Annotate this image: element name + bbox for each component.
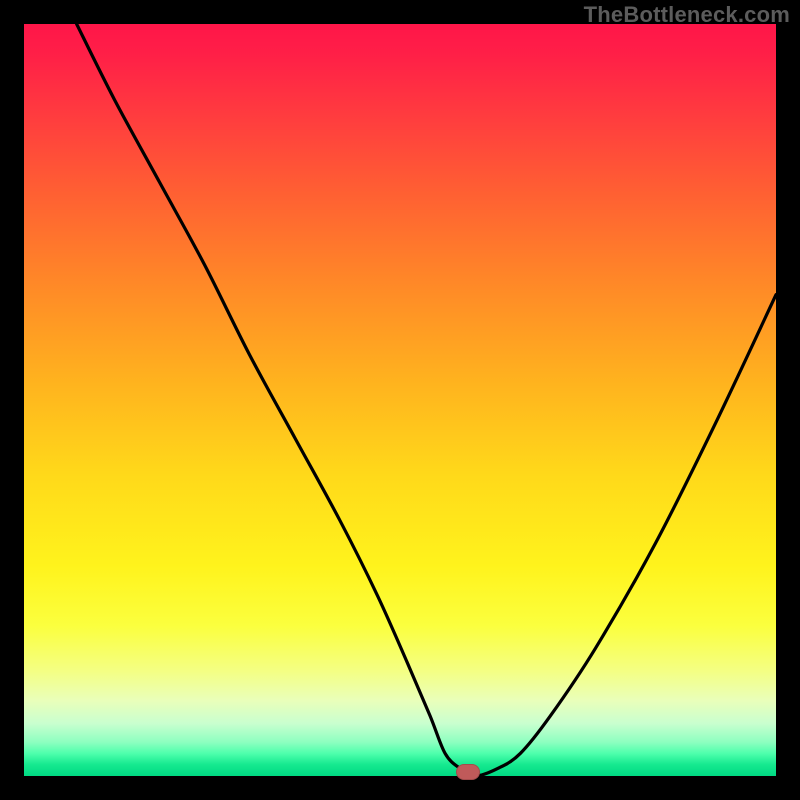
plot-area: [24, 24, 776, 776]
bottleneck-curve: [24, 24, 776, 776]
optimal-marker-icon: [456, 764, 480, 780]
watermark-text: TheBottleneck.com: [584, 2, 790, 28]
chart-frame: TheBottleneck.com: [0, 0, 800, 800]
